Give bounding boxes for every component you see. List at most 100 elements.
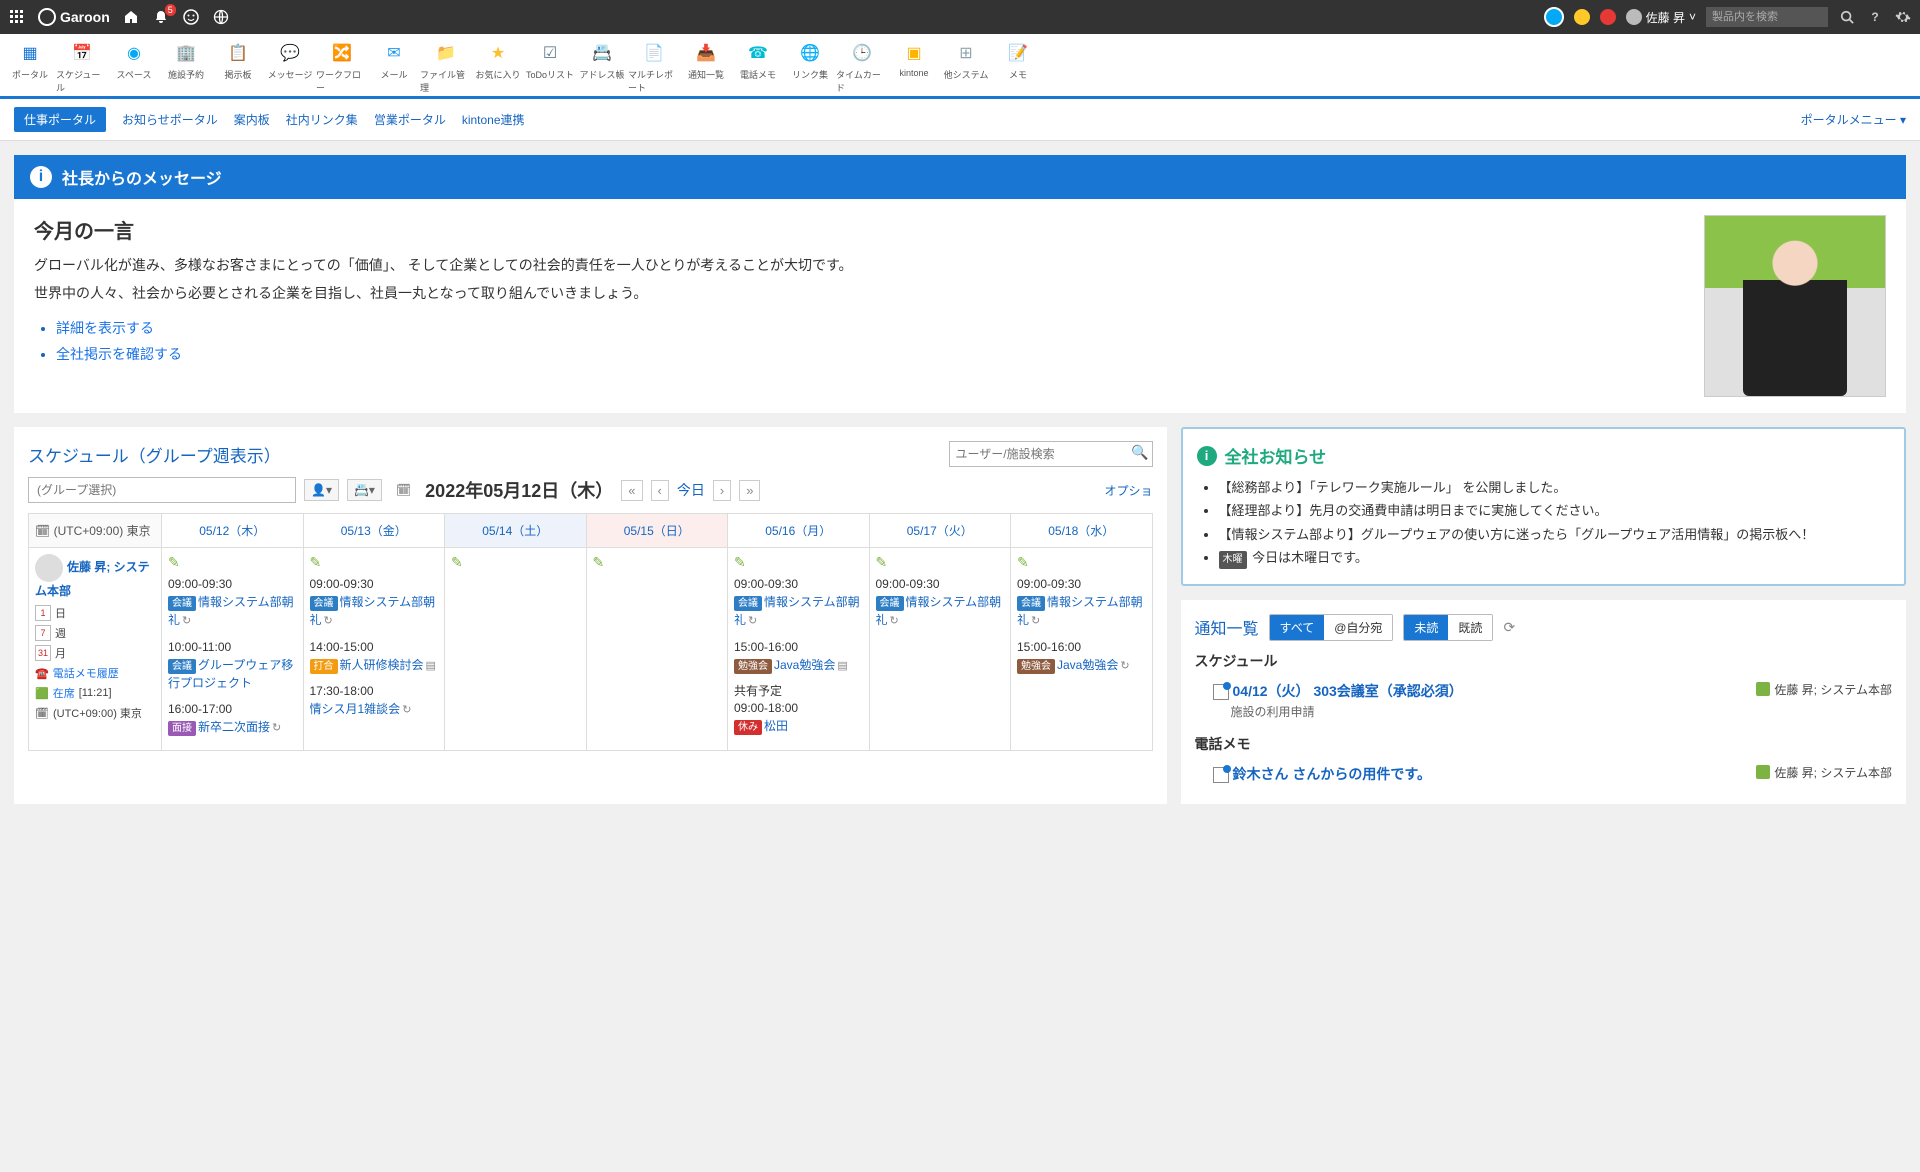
app-5[interactable]: 💬メッセージ [264, 40, 316, 94]
calendar-picker-button[interactable]: 🗓 [390, 480, 417, 500]
person-filter-button[interactable]: 👤▾ [304, 479, 339, 501]
announce-item[interactable]: 【情報システム部より】グループウェアの使い方に迷ったら「グループウェア活用情報」… [1219, 523, 1890, 546]
app-12[interactable]: 📄マルチレポート [628, 40, 680, 94]
today-button[interactable]: 今日 [677, 480, 705, 500]
add-event-icon[interactable]: ✎ [310, 554, 322, 571]
add-event-icon[interactable]: ✎ [1017, 554, 1029, 571]
portal-tab-5[interactable]: kintone連携 [462, 111, 525, 128]
app-17[interactable]: ▣kintone [888, 40, 940, 94]
schedule-option-link[interactable]: オプショ [1105, 482, 1153, 499]
next-week-button[interactable]: » [739, 480, 760, 501]
search-icon[interactable] [1838, 8, 1856, 26]
home-icon[interactable] [122, 8, 140, 26]
app-15[interactable]: 🌐リンク集 [784, 40, 836, 94]
schedule-search-input[interactable] [949, 441, 1153, 467]
apps-grid-icon[interactable] [8, 8, 26, 26]
schedule-event[interactable]: 16:00-17:00面接新卒二次面接↻ [168, 700, 297, 737]
app-2[interactable]: ◉スペース [108, 40, 160, 94]
seg-all[interactable]: すべて [1270, 615, 1325, 640]
app-7[interactable]: ✉メール [368, 40, 420, 94]
schedule-event[interactable]: 09:00-09:30会議情報システム部朝礼↻ [168, 575, 297, 630]
app-4[interactable]: 📋掲示板 [212, 40, 264, 94]
add-event-icon[interactable]: ✎ [451, 554, 463, 571]
day-header-6[interactable]: 05/18（水） [1011, 514, 1153, 548]
day-header-4[interactable]: 05/16（月） [728, 514, 870, 548]
status-dot-yellow[interactable] [1574, 9, 1590, 25]
app-13[interactable]: 📥通知一覧 [680, 40, 732, 94]
seg-mine[interactable]: @自分宛 [1324, 615, 1392, 640]
help-icon[interactable]: ? [1866, 8, 1884, 26]
view-week-link[interactable]: 7週 [35, 625, 155, 641]
schedule-event[interactable]: 10:00-11:00会議グループウェア移行プロジェクト [168, 638, 297, 692]
day-header-5[interactable]: 05/17（火） [869, 514, 1011, 548]
phone-memo-history-link[interactable]: ☎️電話メモ履歴 [35, 665, 155, 681]
status-dot-red[interactable] [1600, 9, 1616, 25]
schedule-event[interactable]: 14:00-15:00打合新人研修検討会▤ [310, 638, 439, 675]
day-header-0[interactable]: 05/12（木） [162, 514, 304, 548]
announce-item[interactable]: 【経理部より】先月の交通費申請は明日までに実施してください。 [1219, 499, 1890, 522]
president-link-detail[interactable]: 詳細を表示する [56, 320, 154, 336]
app-9[interactable]: ★お気に入り [472, 40, 524, 94]
notif-item[interactable]: 佐藤 昇; システム本部鈴木さん さんからの用件です。 [1195, 758, 1892, 790]
add-event-icon[interactable]: ✎ [876, 554, 888, 571]
refresh-icon[interactable]: ⟳ [1503, 619, 1515, 636]
announce-item[interactable]: 【総務部より】「テレワーク実施ルール」 を公開しました。 [1219, 476, 1890, 499]
user-menu[interactable]: 佐藤 昇 ˅ [1626, 9, 1696, 26]
app-10[interactable]: ☑ToDoリスト [524, 40, 576, 94]
schedule-event[interactable]: 15:00-16:00勉強会Java勉強会↻ [1017, 638, 1146, 675]
portal-tab-4[interactable]: 営業ポータル [374, 111, 446, 128]
schedule-event[interactable]: 09:00-09:30会議情報システム部朝礼↻ [876, 575, 1005, 630]
notif-item[interactable]: 佐藤 昇; システム本部04/12（火） 303会議室（承認必須）施設の利用申請 [1195, 675, 1892, 726]
view-day-link[interactable]: 1日 [35, 605, 155, 621]
app-6[interactable]: 🔀ワークフロー [316, 40, 368, 94]
facility-filter-button[interactable]: 📇▾ [347, 479, 382, 501]
schedule-event[interactable]: 09:00-18:00休み松田 [734, 699, 863, 735]
portal-tab-1[interactable]: お知らせポータル [122, 111, 218, 128]
portal-menu-dropdown[interactable]: ポータルメニュー ▾ [1801, 111, 1906, 128]
global-search-input[interactable] [1706, 7, 1828, 27]
prev-week-button[interactable]: « [621, 480, 642, 501]
schedule-event[interactable]: 15:00-16:00勉強会Java勉強会▤ [734, 638, 863, 675]
portal-tab-0[interactable]: 仕事ポータル [14, 107, 106, 132]
gear-icon[interactable] [1894, 8, 1912, 26]
app-1[interactable]: 📅スケジュール [56, 40, 108, 94]
app-3[interactable]: 🏢施設予約 [160, 40, 212, 94]
schedule-event[interactable]: 09:00-09:30会議情報システム部朝礼↻ [310, 575, 439, 630]
search-icon[interactable]: 🔍 [1131, 444, 1148, 461]
next-day-button[interactable]: › [713, 480, 731, 501]
notification-panel: 通知一覧 すべて @自分宛 未読 既読 ⟳ スケジュール佐藤 昇; システム本部… [1181, 600, 1906, 804]
status-dot-blue[interactable] [1544, 7, 1564, 27]
day-header-3[interactable]: 05/15（日） [586, 514, 728, 548]
bell-icon[interactable]: 5 [152, 8, 170, 26]
schedule-event[interactable]: 09:00-09:30会議情報システム部朝礼↻ [734, 575, 863, 630]
app-8[interactable]: 📁ファイル管理 [420, 40, 472, 94]
view-month-link[interactable]: 31月 [35, 645, 155, 661]
app-18[interactable]: ⊞他システム [940, 40, 992, 94]
add-event-icon[interactable]: ✎ [168, 554, 180, 571]
group-select[interactable] [28, 477, 296, 503]
notification-title[interactable]: 通知一覧 [1195, 615, 1259, 639]
seg-read[interactable]: 既読 [1448, 615, 1492, 640]
schedule-event[interactable]: 09:00-09:30会議情報システム部朝礼↻ [1017, 575, 1146, 630]
schedule-event[interactable]: 17:30-18:00情シス月1雑談会↻ [310, 682, 439, 719]
schedule-title[interactable]: スケジュール（グループ週表示） [28, 442, 281, 467]
add-event-icon[interactable]: ✎ [734, 554, 746, 571]
smile-icon[interactable] [182, 8, 200, 26]
president-body-2: 世界中の人々、社会から必要とされる企業を目指し、社員一丸となって取り組んでいきま… [34, 282, 1684, 306]
presence-row[interactable]: 🟩在席 [11:21] [35, 685, 155, 701]
app-11[interactable]: 📇アドレス帳 [576, 40, 628, 94]
seg-unread[interactable]: 未読 [1404, 615, 1448, 640]
add-event-icon[interactable]: ✎ [593, 554, 605, 571]
app-16[interactable]: 🕒タイムカード [836, 40, 888, 94]
brand-logo[interactable]: Garoon [38, 8, 110, 26]
app-19[interactable]: 📝メモ [992, 40, 1044, 94]
globe-icon[interactable] [212, 8, 230, 26]
app-14[interactable]: ☎電話メモ [732, 40, 784, 94]
prev-day-button[interactable]: ‹ [651, 480, 669, 501]
day-header-2[interactable]: 05/14（土） [445, 514, 587, 548]
app-0[interactable]: ▦ポータル [4, 40, 56, 94]
portal-tab-3[interactable]: 社内リンク集 [286, 111, 358, 128]
president-link-bulletin[interactable]: 全社掲示を確認する [56, 346, 182, 362]
portal-tab-2[interactable]: 案内板 [234, 111, 270, 128]
day-header-1[interactable]: 05/13（金） [303, 514, 445, 548]
